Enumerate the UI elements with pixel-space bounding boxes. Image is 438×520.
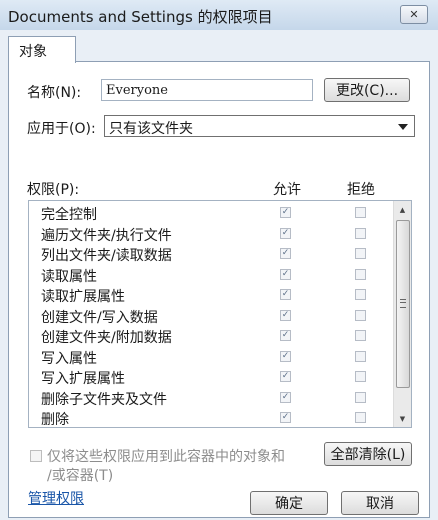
- permission-name: 列出文件夹/读取数据: [41, 248, 172, 264]
- cancel-button[interactable]: 取消: [341, 491, 419, 515]
- apply-to-select[interactable]: 只有该文件夹: [104, 115, 415, 137]
- permission-name: 读取扩展属性: [41, 289, 125, 305]
- allow-checkbox[interactable]: ✓: [280, 412, 291, 423]
- allow-checkbox[interactable]: ✓: [280, 309, 291, 321]
- permission-name: 读取属性: [41, 268, 97, 285]
- permission-name: 创建文件夹/附加数据: [41, 330, 172, 346]
- permission-name: 删除: [41, 412, 69, 428]
- tab-panel: 名称(N): Everyone 更改(C)... 应用于(O): 只有该文件夹 …: [8, 61, 430, 518]
- allow-checkbox[interactable]: ✓: [280, 227, 291, 239]
- permission-row: 写入扩展属性 ✓: [29, 367, 393, 387]
- allow-column-header: 允许: [273, 182, 301, 198]
- permission-name: 写入扩展属性: [41, 371, 125, 387]
- deny-checkbox[interactable]: [355, 350, 366, 362]
- allow-checkbox[interactable]: ✓: [280, 289, 291, 300]
- allow-checkbox[interactable]: ✓: [280, 350, 291, 362]
- close-icon: ✕: [409, 8, 419, 21]
- permission-row: 完全控制 ✓: [29, 203, 393, 223]
- scroll-up-arrow-icon[interactable]: ▲: [394, 201, 411, 218]
- permission-row: 读取属性 ✓: [29, 265, 393, 285]
- permission-row: 创建文件/写入数据 ✓: [29, 306, 393, 326]
- deny-checkbox[interactable]: [355, 309, 366, 321]
- allow-checkbox[interactable]: ✓: [280, 330, 291, 341]
- grip-icon: [400, 299, 406, 308]
- allow-checkbox[interactable]: ✓: [280, 207, 291, 218]
- permission-row: 删除 ✓: [29, 408, 393, 428]
- deny-checkbox[interactable]: [355, 330, 366, 341]
- deny-checkbox[interactable]: [355, 289, 366, 300]
- inherit-checkbox[interactable]: [30, 450, 42, 462]
- title-bar: Documents and Settings 的权限项目 ✕: [0, 0, 438, 30]
- apply-to-value: 只有该文件夹: [109, 121, 193, 137]
- permission-row: 读取扩展属性 ✓: [29, 285, 393, 305]
- inherit-label-line2: /或容器(T): [47, 468, 114, 484]
- permission-name: 写入属性: [41, 350, 97, 367]
- allow-checkbox[interactable]: ✓: [280, 371, 291, 382]
- chevron-down-icon: [398, 124, 408, 130]
- allow-checkbox[interactable]: ✓: [280, 248, 291, 259]
- close-button[interactable]: ✕: [400, 5, 428, 24]
- deny-checkbox[interactable]: [355, 391, 366, 403]
- permission-name: 删除子文件夹及文件: [41, 391, 167, 408]
- deny-checkbox[interactable]: [355, 227, 366, 239]
- permission-row: 创建文件夹/附加数据 ✓: [29, 326, 393, 346]
- allow-checkbox[interactable]: ✓: [280, 268, 291, 280]
- deny-column-header: 拒绝: [347, 182, 375, 198]
- permissions-label: 权限(P):: [27, 182, 80, 198]
- permission-row: 遍历文件夹/执行文件 ✓: [29, 224, 393, 244]
- permission-row: 写入属性 ✓: [29, 347, 393, 367]
- tab-object[interactable]: 对象: [8, 36, 76, 63]
- permission-name: 完全控制: [41, 207, 97, 223]
- deny-checkbox[interactable]: [355, 412, 366, 423]
- allow-checkbox[interactable]: ✓: [280, 391, 291, 403]
- deny-checkbox[interactable]: [355, 248, 366, 259]
- window-title: Documents and Settings 的权限项目: [8, 8, 273, 26]
- name-label: 名称(N):: [27, 85, 82, 101]
- change-button[interactable]: 更改(C)...: [324, 78, 410, 102]
- tab-label: 对象: [19, 44, 47, 60]
- permission-name: 创建文件/写入数据: [41, 309, 158, 326]
- permission-row: 列出文件夹/读取数据 ✓: [29, 244, 393, 264]
- name-field[interactable]: Everyone: [101, 79, 313, 101]
- apply-to-label: 应用于(O):: [27, 121, 96, 137]
- deny-checkbox[interactable]: [355, 268, 366, 280]
- scroll-thumb[interactable]: [396, 220, 410, 388]
- manage-permissions-link[interactable]: 管理权限: [28, 488, 84, 508]
- scroll-down-arrow-icon[interactable]: ▼: [394, 410, 411, 427]
- deny-checkbox[interactable]: [355, 207, 366, 218]
- clear-all-button[interactable]: 全部清除(L): [324, 442, 412, 466]
- permission-name: 遍历文件夹/执行文件: [41, 227, 172, 244]
- dialog-body: 对象 名称(N): Everyone 更改(C)... 应用于(O): 只有该文…: [0, 30, 438, 520]
- permissions-list: 完全控制 ✓ 遍历文件夹/执行文件 ✓ 列出文件夹/读取数据 ✓ 读取属性 ✓ 读取扩展属性 ✓ 创…: [28, 200, 412, 428]
- deny-checkbox[interactable]: [355, 371, 366, 382]
- list-scrollbar[interactable]: ▲ ▼: [393, 201, 411, 427]
- permission-row: 删除子文件夹及文件 ✓: [29, 388, 393, 408]
- ok-button[interactable]: 确定: [250, 491, 328, 515]
- inherit-label-line1: 仅将这些权限应用到此容器中的对象和: [47, 449, 285, 465]
